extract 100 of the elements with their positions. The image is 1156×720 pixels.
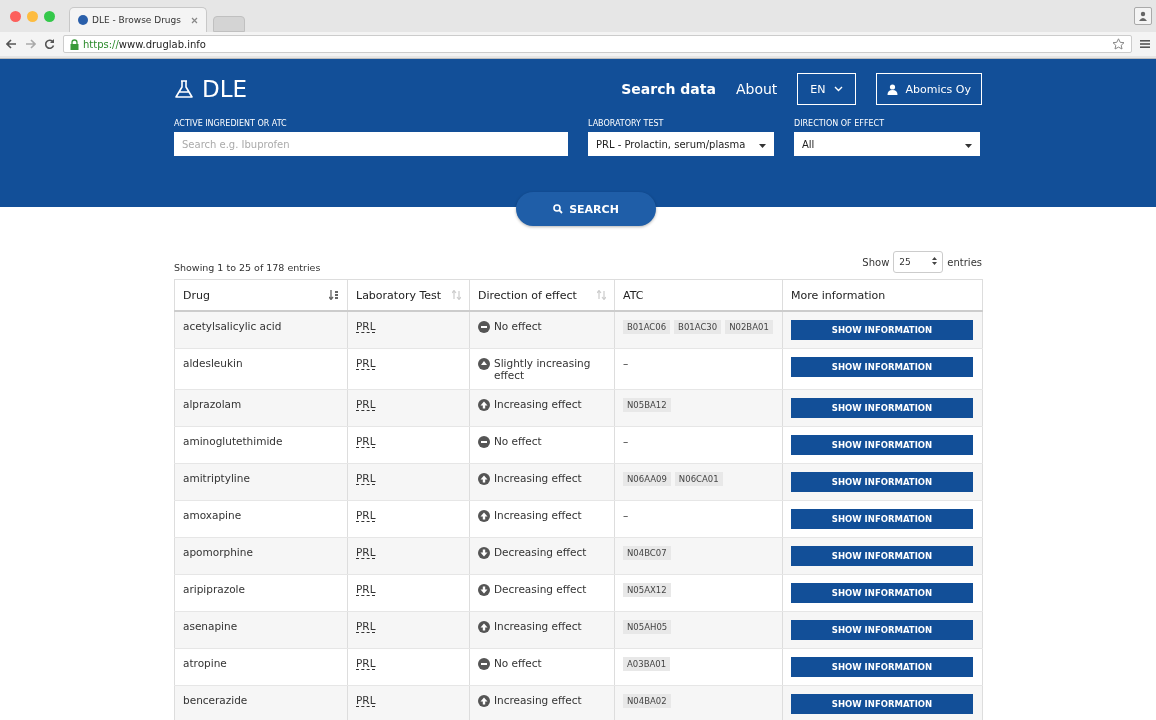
lab-test-abbreviation: PRL bbox=[356, 509, 376, 522]
up-arrow-icon bbox=[478, 399, 490, 411]
lab-test-dropdown[interactable]: PRL - Prolactin, serum/plasma bbox=[588, 132, 774, 156]
lock-icon bbox=[70, 38, 79, 50]
atc-code-tag: N06AA09 bbox=[623, 472, 671, 486]
atc-code-tag: N06CA01 bbox=[674, 472, 723, 486]
effect-text: No effect bbox=[494, 657, 542, 669]
effect-text: No effect bbox=[494, 435, 542, 447]
effect-text: Increasing effect bbox=[494, 472, 582, 484]
language-dropdown[interactable]: EN bbox=[797, 73, 856, 105]
zoom-window-icon[interactable] bbox=[44, 10, 55, 22]
search-button[interactable]: SEARCH bbox=[516, 192, 656, 226]
close-icon[interactable] bbox=[191, 16, 198, 24]
address-bar[interactable]: https://www.druglab.info bbox=[63, 35, 1132, 53]
reload-icon[interactable] bbox=[44, 38, 55, 50]
up-arrow-icon bbox=[478, 473, 490, 485]
effect-text: Increasing effect bbox=[494, 398, 582, 410]
show-information-button[interactable]: SHOW INFORMATION bbox=[791, 320, 973, 340]
drug-cell: bencerazide bbox=[174, 685, 348, 720]
entries-label: entries bbox=[947, 256, 982, 268]
field-label: LABORATORY TEST bbox=[588, 119, 665, 128]
show-information-button[interactable]: SHOW INFORMATION bbox=[791, 657, 973, 677]
globe-icon bbox=[78, 15, 88, 25]
lab-test-abbreviation: PRL bbox=[356, 435, 376, 448]
lab-test-abbreviation: PRL bbox=[356, 583, 376, 596]
up-arrow-icon bbox=[478, 621, 490, 633]
caret-down-icon bbox=[965, 143, 972, 148]
empty-dash: – bbox=[623, 357, 629, 369]
show-information-button[interactable]: SHOW INFORMATION bbox=[791, 472, 973, 492]
profile-icon[interactable] bbox=[1134, 7, 1152, 25]
sort-ascending-icon[interactable] bbox=[329, 290, 339, 300]
minus-icon bbox=[478, 436, 490, 448]
caret-down-icon bbox=[759, 143, 766, 148]
lab-test-abbreviation: PRL bbox=[356, 694, 376, 707]
star-icon[interactable] bbox=[1112, 38, 1125, 50]
account-button[interactable]: Abomics Oy bbox=[875, 73, 982, 105]
down-arrow-icon bbox=[478, 584, 490, 596]
atc-code-tag: A03BA01 bbox=[623, 657, 671, 671]
drug-cell: atropine bbox=[174, 648, 348, 686]
chevron-down-icon bbox=[833, 86, 843, 92]
atc-code-tag: N05BA12 bbox=[623, 398, 671, 412]
show-label: Show bbox=[862, 256, 890, 268]
empty-dash: – bbox=[623, 435, 629, 447]
effect-text: Decreasing effect bbox=[494, 546, 587, 558]
menu-icon[interactable] bbox=[1140, 39, 1150, 49]
effect-text: Slightly increasing effect bbox=[494, 357, 592, 381]
effect-text: Decreasing effect bbox=[494, 583, 587, 595]
atc-code-tag: N05AX12 bbox=[623, 583, 671, 597]
browser-tab[interactable]: DLE - Browse Drugs bbox=[69, 7, 207, 32]
stepper-arrows-icon bbox=[932, 257, 938, 265]
drug-cell: apomorphine bbox=[174, 537, 348, 575]
field-label: DIRECTION OF EFFECT bbox=[794, 119, 885, 128]
search-field[interactable]: Search e.g. Ibuprofen bbox=[174, 132, 568, 156]
entries-info: Showing 1 to 25 of 178 entries bbox=[174, 262, 321, 273]
drug-cell: aminoglutethimide bbox=[174, 426, 348, 464]
effect-text: Increasing effect bbox=[494, 694, 582, 706]
show-information-button[interactable]: SHOW INFORMATION bbox=[791, 509, 973, 529]
lab-test-abbreviation: PRL bbox=[356, 357, 376, 370]
drug-cell: aripiprazole bbox=[174, 574, 348, 612]
up-arrow-icon bbox=[478, 510, 490, 522]
user-icon bbox=[886, 83, 898, 95]
show-information-button[interactable]: SHOW INFORMATION bbox=[791, 620, 973, 640]
back-arrow-icon[interactable] bbox=[6, 39, 17, 49]
atc-code-tag: N05AH05 bbox=[623, 620, 672, 634]
lab-test-abbreviation: PRL bbox=[356, 472, 376, 485]
show-information-button[interactable]: SHOW INFORMATION bbox=[791, 357, 973, 377]
minus-icon bbox=[478, 658, 490, 670]
down-arrow-icon bbox=[478, 547, 490, 559]
forward-arrow-icon[interactable] bbox=[25, 39, 36, 49]
minus-icon bbox=[478, 321, 490, 333]
show-information-button[interactable]: SHOW INFORMATION bbox=[791, 694, 973, 714]
atc-code-tag: N04BC07 bbox=[623, 546, 671, 560]
lab-test-abbreviation: PRL bbox=[356, 320, 376, 333]
flask-icon bbox=[174, 79, 194, 99]
close-window-icon[interactable] bbox=[10, 10, 21, 22]
drug-cell: alprazolam bbox=[174, 389, 348, 427]
field-label: ACTIVE INGREDIENT OR ATC bbox=[174, 119, 288, 128]
drug-cell: aldesleukin bbox=[174, 348, 348, 390]
atc-code-tag: N02BA01 bbox=[725, 320, 773, 334]
nav-link[interactable]: About bbox=[735, 81, 778, 97]
atc-code-tag: B01AC30 bbox=[674, 320, 722, 334]
atc-code-tag: N04BA02 bbox=[623, 694, 671, 708]
drug-cell: amitriptyline bbox=[174, 463, 348, 501]
show-information-button[interactable]: SHOW INFORMATION bbox=[791, 583, 973, 603]
search-icon bbox=[553, 204, 564, 214]
nav-link[interactable]: Search data bbox=[621, 81, 716, 97]
lab-test-abbreviation: PRL bbox=[356, 657, 376, 670]
effect-text: Increasing effect bbox=[494, 509, 582, 521]
direction-dropdown[interactable]: All bbox=[794, 132, 980, 156]
logo-text[interactable]: DLE bbox=[202, 76, 248, 102]
effect-text: No effect bbox=[494, 320, 542, 332]
lab-test-abbreviation: PRL bbox=[356, 620, 376, 633]
drug-cell: acetylsalicylic acid bbox=[174, 311, 348, 349]
atc-code-tag: B01AC06 bbox=[623, 320, 671, 334]
effect-text: Increasing effect bbox=[494, 620, 582, 632]
show-information-button[interactable]: SHOW INFORMATION bbox=[791, 546, 973, 566]
page-size-dropdown[interactable]: 25 bbox=[893, 251, 944, 273]
show-information-button[interactable]: SHOW INFORMATION bbox=[791, 435, 973, 455]
show-information-button[interactable]: SHOW INFORMATION bbox=[791, 398, 973, 418]
drug-cell: amoxapine bbox=[174, 500, 348, 538]
